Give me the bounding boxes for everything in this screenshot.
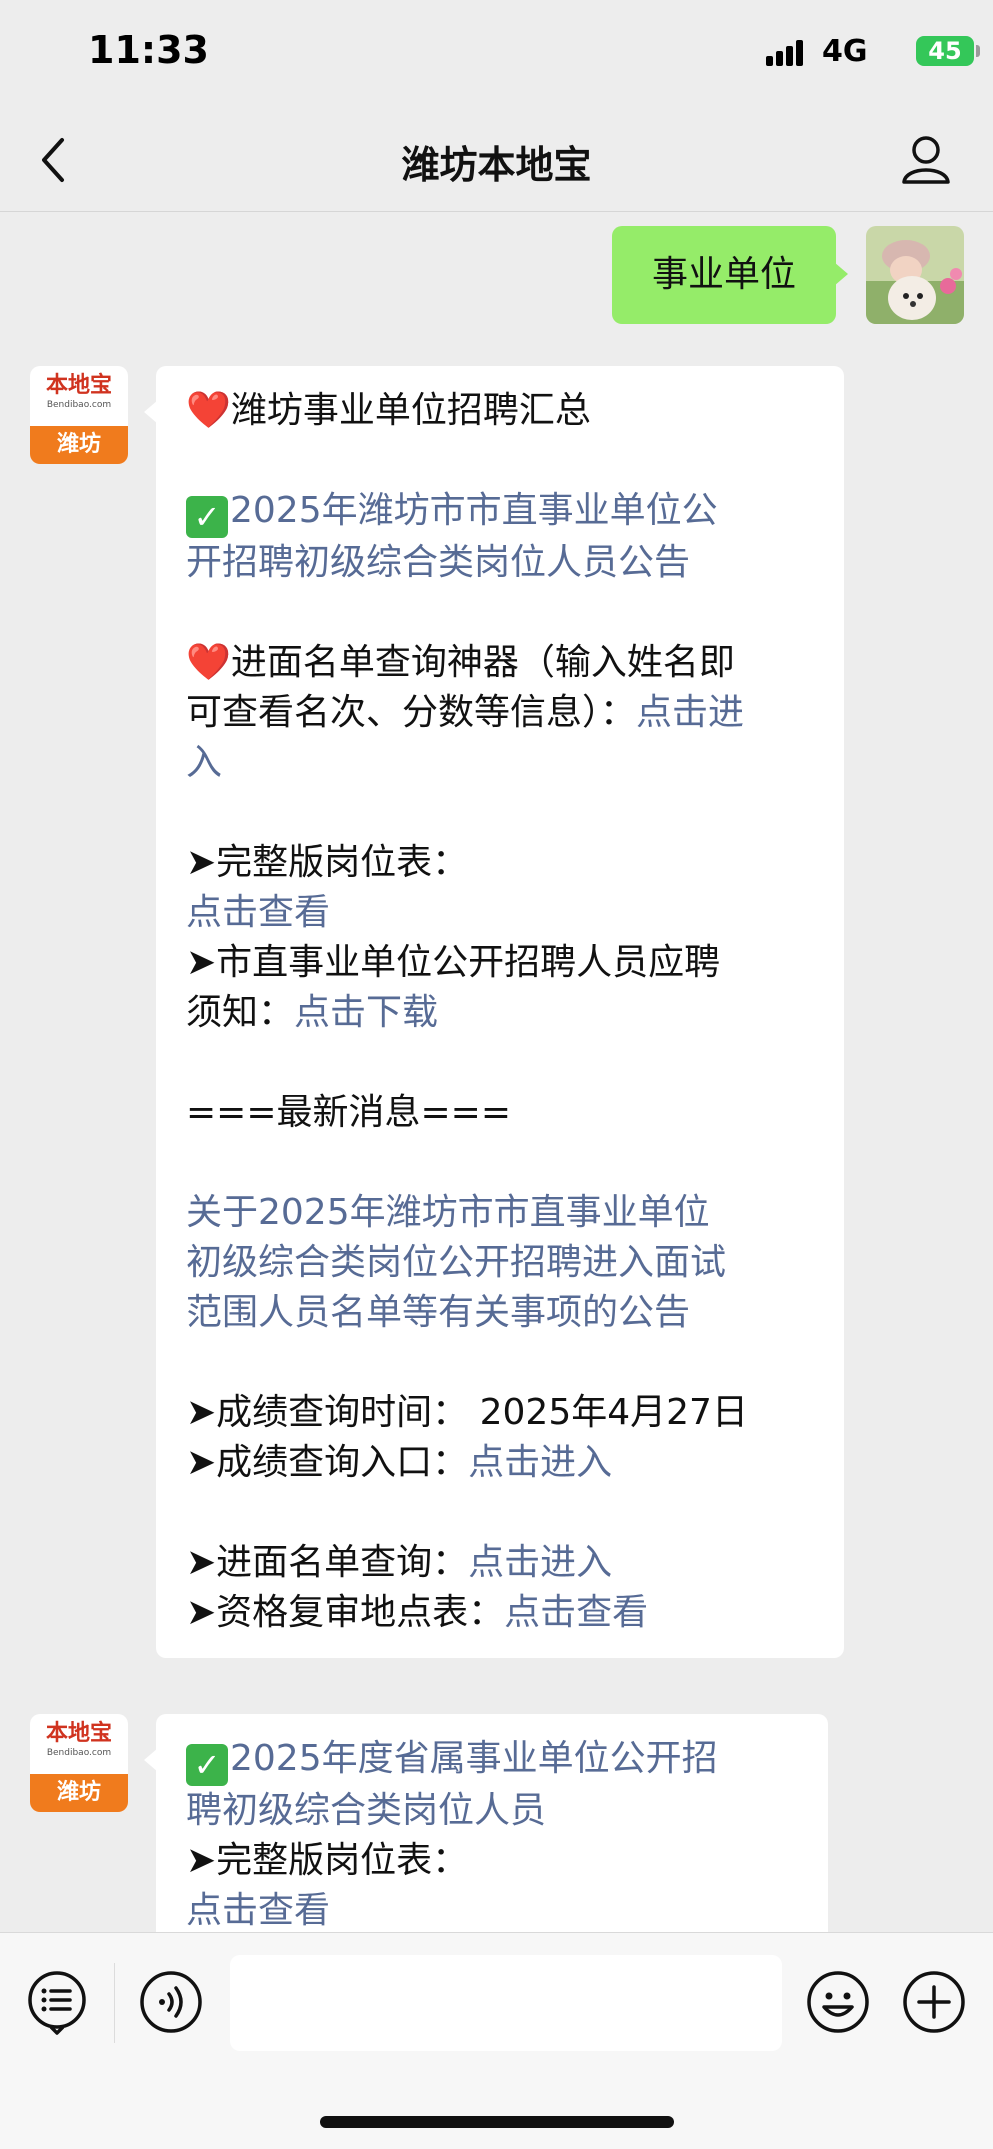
home-indicator[interactable] [320, 2116, 674, 2128]
status-bar: 11:33 4G 45 [0, 0, 993, 108]
divider [114, 1963, 115, 2043]
signal-icon [766, 40, 808, 66]
plus-button[interactable] [901, 1969, 967, 2035]
list-menu-icon [28, 1971, 86, 2035]
status-time: 11:33 [88, 28, 209, 72]
page-title: 潍坊本地宝 [401, 143, 592, 187]
download-link[interactable]: 点击下载 [294, 992, 438, 1033]
latest-news-link[interactable]: 初级综合类岗位公开招聘进入面试 [186, 1242, 726, 1283]
query-text: 可查看名次、分数等信息）： [186, 692, 637, 733]
check-icon: ✓ [186, 1744, 228, 1786]
provincial-notice-link[interactable]: 2025年度省属事业单位公开招 [230, 1738, 718, 1779]
interview-link[interactable]: 点击进入 [468, 1542, 612, 1583]
query-link[interactable]: 点击进 [636, 692, 744, 733]
notice-link[interactable]: 2025年潍坊市市直事业单位公 [230, 490, 718, 531]
user-avatar[interactable] [866, 226, 964, 324]
logo-city: 潍坊 [30, 426, 128, 464]
logo-text: 本地宝 [45, 372, 112, 398]
review-link[interactable]: 点击查看 [504, 1592, 648, 1633]
message-input[interactable] [230, 1955, 782, 2051]
heart-icon: ❤️ [186, 390, 231, 431]
logo-sub: Bendibao.com [46, 1748, 112, 1758]
emoji-button[interactable] [805, 1969, 871, 2035]
latest-news-link[interactable]: 范围人员名单等有关事项的公告 [186, 1292, 690, 1333]
table-link[interactable]: 点击查看 [186, 1890, 330, 1931]
table-label: ➤完整版岗位表： [186, 1840, 469, 1881]
notice-label: 须知： [186, 992, 295, 1033]
latest-news-heading: ===最新消息=== [186, 1092, 511, 1133]
query-text: 进面名单查询神器（输入姓名即 [230, 642, 735, 683]
bot-avatar[interactable]: 本地宝 Bendibao.com 潍坊 [30, 366, 128, 464]
voice-icon [140, 1971, 202, 2033]
score-entry-label: ➤成绩查询入口： [186, 1442, 469, 1483]
bot-message-bubble[interactable]: ❤️潍坊事业单位招聘汇总 ✓ 2025年潍坊市市直事业单位公 开招聘初级综合类岗位… [144, 366, 844, 1658]
logo-city: 潍坊 [30, 1774, 128, 1812]
avatar-image [866, 226, 964, 324]
query-link[interactable]: 入 [186, 742, 222, 783]
notice-link[interactable]: 开招聘初级综合类岗位人员公告 [186, 542, 690, 583]
score-entry-link[interactable]: 点击进入 [468, 1442, 612, 1483]
bot-avatar[interactable]: 本地宝 Bendibao.com 潍坊 [30, 1714, 128, 1812]
nav-bar: 潍坊本地宝 [0, 108, 993, 212]
provincial-notice-link[interactable]: 聘初级综合类岗位人员 [186, 1790, 546, 1831]
battery-icon: 45 [916, 36, 974, 66]
score-time: ➤成绩查询时间： 2025年4月27日 [186, 1392, 748, 1433]
network-type: 4G [822, 34, 868, 69]
logo-sub: Bendibao.com [46, 400, 112, 410]
table-link[interactable]: 点击查看 [186, 892, 330, 933]
check-icon: ✓ [186, 496, 228, 538]
review-label: ➤资格复审地点表： [186, 1592, 505, 1633]
heart-icon: ❤️ [186, 642, 231, 683]
bot-message-bubble[interactable]: ✓ 2025年度省属事业单位公开招 聘初级综合类岗位人员 ➤完整版岗位表： 点击查… [144, 1714, 828, 1932]
interview-label: ➤进面名单查询： [186, 1542, 469, 1583]
voice-button[interactable] [138, 1969, 204, 2035]
emoji-icon [807, 1971, 869, 2033]
profile-button[interactable] [898, 132, 954, 188]
plus-icon [903, 1971, 965, 2033]
chat-area[interactable]: 事业单位 本地宝 Bendibao.com 潍坊 ❤️潍坊事业单位招聘汇总 ✓ 2… [0, 212, 993, 1932]
battery-tip [976, 45, 980, 57]
user-message-bubble[interactable]: 事业单位 [612, 226, 848, 324]
latest-news-link[interactable]: 关于2025年潍坊市市直事业单位 [186, 1192, 710, 1233]
logo-text: 本地宝 [45, 1720, 112, 1746]
message-title: 潍坊事业单位招聘汇总 [230, 390, 591, 431]
menu-button[interactable] [24, 1969, 90, 2035]
table-label: ➤完整版岗位表： [186, 842, 469, 883]
notice-label: ➤市直事业单位公开招聘人员应聘 [186, 942, 721, 983]
person-icon [902, 136, 950, 184]
